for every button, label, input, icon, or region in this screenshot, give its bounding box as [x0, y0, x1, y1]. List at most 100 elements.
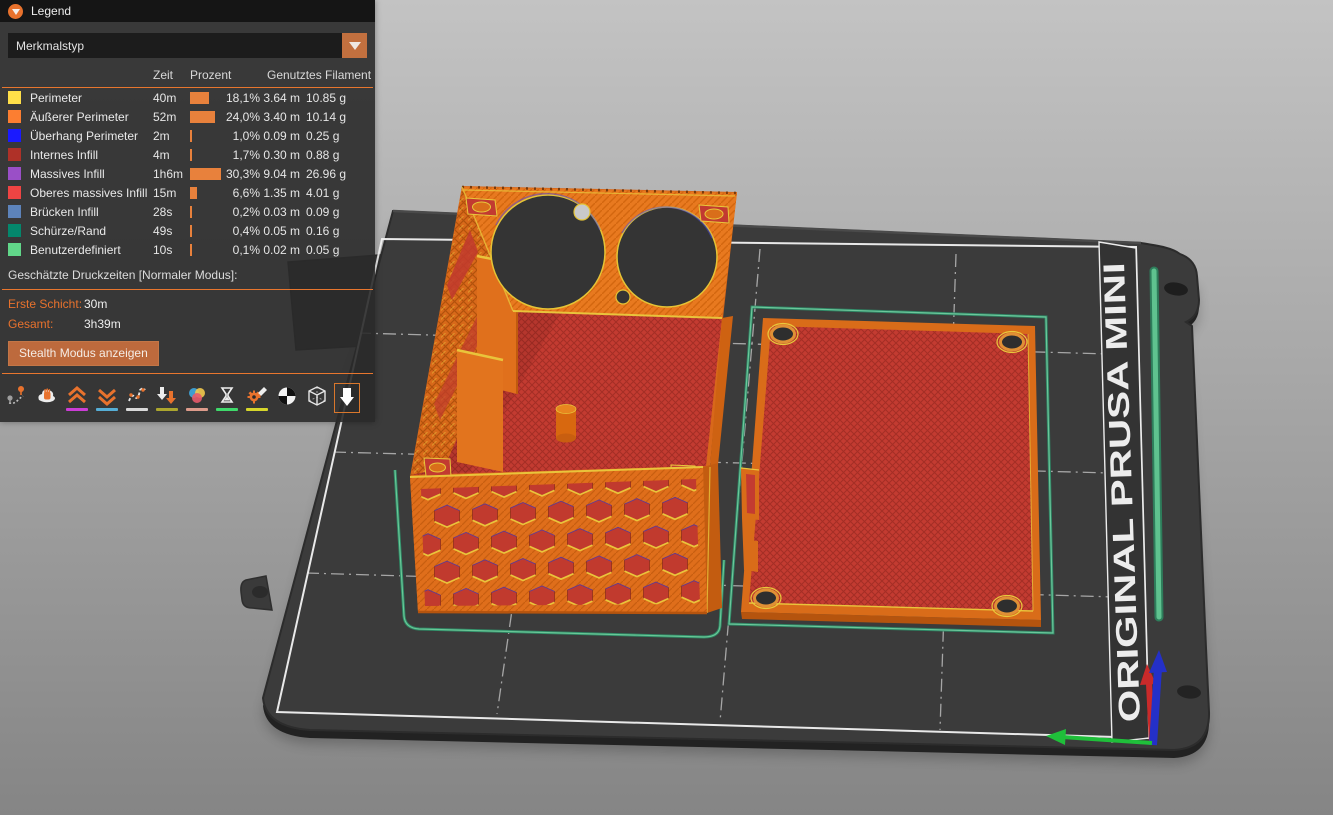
feature-percent: 30,3% — [224, 167, 260, 181]
feature-percent-bar — [190, 244, 192, 256]
collapse-panel-button[interactable] — [8, 4, 23, 19]
feature-percent: 0,2% — [224, 205, 260, 219]
feature-name: Internes Infill — [30, 148, 153, 162]
feature-percent: 0,1% — [224, 243, 260, 257]
center-of-mass-icon — [276, 385, 298, 407]
feature-name: Benutzerdefiniert — [30, 243, 153, 257]
deretractions-icon — [96, 385, 118, 407]
header-filament: Genutztes Filament — [267, 68, 371, 82]
panel-title: Legend — [31, 4, 71, 18]
feature-length: 0.02 m — [260, 243, 300, 257]
legend-panel: Legend Merkmalstyp Zeit Prozent Genutzte… — [0, 0, 375, 422]
feature-percent: 1,7% — [224, 148, 260, 162]
first-layer-row: Erste Schicht: 30m — [0, 293, 375, 313]
toolbar-travel-paths[interactable] — [4, 383, 30, 413]
feature-percent-bar — [190, 187, 197, 199]
table-row: Perimeter 40m 18,1% 3.64 m 10.85 g — [0, 88, 375, 107]
feature-name: Massives Infill — [30, 167, 153, 181]
toolbar-wipe[interactable] — [34, 383, 60, 413]
feature-time: 52m — [153, 110, 190, 124]
feature-time: 2m — [153, 129, 190, 143]
feature-length: 0.09 m — [260, 129, 300, 143]
feature-weight: 4.01 g — [306, 186, 339, 200]
feature-percent: 1,0% — [224, 129, 260, 143]
toolbar-shells[interactable] — [304, 383, 330, 413]
feature-color-swatch — [8, 148, 21, 161]
feature-percent-bar — [190, 206, 192, 218]
feature-color-swatch — [8, 186, 21, 199]
toolbar-center-of-mass[interactable] — [274, 383, 300, 413]
estimates-heading: Geschätzte Druckzeiten [Normaler Modus]: — [0, 259, 375, 286]
feature-color-swatch — [8, 110, 21, 123]
view-type-value: Merkmalstyp — [8, 39, 84, 53]
feature-table-body: Perimeter 40m 18,1% 3.64 m 10.85 g Äußer… — [0, 88, 375, 259]
legend-titlebar: Legend — [0, 0, 375, 22]
feature-weight: 10.14 g — [306, 110, 346, 124]
feature-name: Überhang Perimeter — [30, 129, 153, 143]
table-row: Benutzerdefiniert 10s 0,1% 0.02 m 0.05 g — [0, 240, 375, 259]
table-row: Oberes massives Infill 15m 6,6% 1.35 m 4… — [0, 183, 375, 202]
feature-percent-bar — [190, 225, 192, 237]
table-header: Zeit Prozent Genutztes Filament — [2, 65, 373, 88]
table-row: Brücken Infill 28s 0,2% 0.03 m 0.09 g — [0, 202, 375, 221]
feature-color-swatch — [8, 243, 21, 256]
feature-time: 10s — [153, 243, 190, 257]
header-percent: Prozent — [190, 68, 264, 82]
toolbar-legend-toggle[interactable] — [334, 383, 360, 413]
dropdown-arrow-button[interactable] — [342, 33, 367, 58]
legend-toggle-icon — [336, 386, 358, 408]
total-time-value: 3h39m — [84, 317, 121, 331]
feature-percent-bar-track — [190, 149, 224, 161]
feature-length: 3.64 m — [260, 91, 300, 105]
feature-percent-bar-track — [190, 244, 224, 256]
seams-icon — [126, 385, 148, 407]
feature-percent-bar-track — [190, 206, 224, 218]
feature-weight: 0.16 g — [306, 224, 339, 238]
feature-weight: 26.96 g — [306, 167, 346, 181]
toolbar-tool-changes[interactable] — [154, 383, 180, 413]
chevron-down-icon — [349, 42, 361, 50]
table-row: Schürze/Rand 49s 0,4% 0.05 m 0.16 g — [0, 221, 375, 240]
view-toolbar — [0, 377, 375, 422]
feature-weight: 0.09 g — [306, 205, 339, 219]
feature-time: 15m — [153, 186, 190, 200]
toolbar-deretractions[interactable] — [94, 383, 120, 413]
shells-icon — [306, 385, 328, 407]
feature-percent-bar-track — [190, 92, 224, 104]
feature-percent: 24,0% — [224, 110, 260, 124]
feature-percent: 18,1% — [224, 91, 260, 105]
toolbar-custom-gcodes[interactable] — [244, 383, 270, 413]
retractions-icon — [66, 385, 88, 407]
feature-length: 0.30 m — [260, 148, 300, 162]
toolbar-seams[interactable] — [124, 383, 150, 413]
model-lid[interactable] — [729, 307, 1053, 633]
divider — [2, 289, 373, 290]
feature-percent-bar-track — [190, 111, 224, 123]
feature-color-swatch — [8, 167, 21, 180]
first-layer-label: Erste Schicht: — [8, 297, 84, 311]
stealth-mode-button[interactable]: Stealth Modus anzeigen — [8, 341, 159, 366]
feature-weight: 0.05 g — [306, 243, 339, 257]
feature-percent: 0,4% — [224, 224, 260, 238]
feature-length: 0.05 m — [260, 224, 300, 238]
feature-length: 3.40 m — [260, 110, 300, 124]
feature-percent-bar-track — [190, 168, 224, 180]
toolbar-pause-prints[interactable] — [214, 383, 240, 413]
feature-time: 1h6m — [153, 167, 190, 181]
travel-paths-icon — [6, 385, 28, 407]
chevron-down-icon — [12, 9, 20, 15]
feature-color-swatch — [8, 224, 21, 237]
header-time: Zeit — [153, 68, 190, 82]
feature-percent-bar — [190, 149, 192, 161]
total-time-label: Gesamt: — [8, 317, 84, 331]
toolbar-color-changes[interactable] — [184, 383, 210, 413]
feature-percent: 6,6% — [224, 186, 260, 200]
feature-name: Brücken Infill — [30, 205, 153, 219]
feature-percent-bar-track — [190, 130, 224, 142]
view-type-dropdown[interactable]: Merkmalstyp — [8, 33, 367, 58]
skirt-line — [1154, 271, 1159, 617]
feature-weight: 10.85 g — [306, 91, 346, 105]
feature-length: 1.35 m — [260, 186, 300, 200]
table-row: Überhang Perimeter 2m 1,0% 0.09 m 0.25 g — [0, 126, 375, 145]
toolbar-retractions[interactable] — [64, 383, 90, 413]
